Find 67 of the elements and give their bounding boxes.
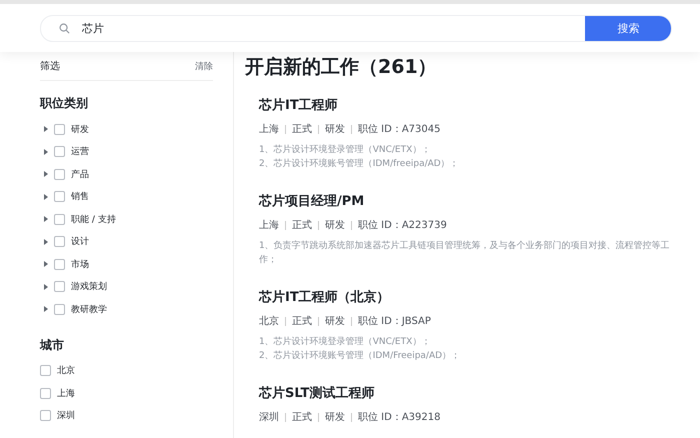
- job-meta: 北京: [259, 314, 279, 328]
- job-description: 1、芯片设计环境登录管理（VNC/ETX）；: [259, 336, 432, 349]
- job-meta: 职位 ID：A39218: [358, 411, 440, 424]
- job-description: 2、芯片设计环境账号管理（IDM/Freeipa/AD）；: [259, 350, 462, 363]
- job-meta: 职位 ID：JBSAP: [358, 315, 431, 328]
- results-title: 开启新的工作（261）: [245, 55, 438, 80]
- checkbox[interactable]: [40, 410, 51, 422]
- job-title[interactable]: 芯片SLT测试工程师: [259, 384, 700, 402]
- filter-option-label[interactable]: 职能 / 支持: [71, 212, 116, 226]
- filter-option-label[interactable]: 研发: [71, 122, 89, 136]
- job-description: 1、芯片设计环境登录管理（VNC/ETX）；: [259, 144, 432, 157]
- job-description: 1、负责字节跳动系统部加速器芯片工具链项目管理统筹，及与各个业务部门的项目对接、流程管控等工作；: [259, 240, 671, 267]
- checkbox[interactable]: [40, 388, 51, 399]
- filter-option-label[interactable]: 深圳: [57, 409, 75, 422]
- job-meta: 上海: [259, 122, 279, 136]
- job-meta: 正式: [292, 218, 312, 232]
- expand-arrow-icon[interactable]: [44, 284, 48, 290]
- job-meta: 研发: [325, 219, 345, 232]
- job-title[interactable]: 芯片项目经理/PM: [259, 192, 700, 210]
- expand-arrow-icon[interactable]: [44, 126, 48, 132]
- expand-arrow-icon[interactable]: [44, 238, 48, 245]
- job-title[interactable]: 芯片IT工程师: [259, 96, 700, 114]
- job-meta: 研发: [325, 411, 345, 424]
- job-meta: 深圳: [259, 410, 279, 424]
- job-meta: 研发: [325, 315, 345, 328]
- filter-option-label[interactable]: 设计: [71, 235, 89, 248]
- checkbox[interactable]: [54, 281, 65, 292]
- expand-arrow-icon[interactable]: [44, 171, 48, 178]
- job-description: 2、芯片设计环境账号管理（IDM/freeipa/AD）；: [259, 158, 460, 171]
- filter-option-label[interactable]: 市场: [71, 258, 89, 271]
- search-field[interactable]: 芯片 搜索: [40, 14, 672, 42]
- job-title[interactable]: 芯片IT工程师（北京）: [259, 288, 700, 306]
- filter-option-label[interactable]: 上海: [57, 386, 75, 400]
- job-meta: 正式: [292, 122, 312, 136]
- checkbox[interactable]: [54, 146, 65, 158]
- filter-group-title: 职位类别: [40, 95, 89, 112]
- checkbox[interactable]: [54, 304, 65, 315]
- expand-arrow-icon[interactable]: [44, 216, 48, 222]
- checkbox[interactable]: [54, 236, 65, 248]
- job-meta: 职位 ID：A223739: [358, 219, 447, 232]
- expand-arrow-icon[interactable]: [44, 194, 48, 200]
- expand-arrow-icon[interactable]: [44, 261, 48, 268]
- job-meta: 正式: [292, 410, 312, 424]
- filter-option-label[interactable]: 游戏策划: [71, 280, 107, 294]
- checkbox[interactable]: [54, 124, 65, 135]
- checkbox[interactable]: [54, 191, 65, 202]
- filter-option-label[interactable]: 教研教学: [71, 302, 107, 316]
- checkbox[interactable]: [54, 168, 65, 180]
- search-icon: [59, 22, 70, 34]
- job-meta: 研发: [325, 123, 345, 136]
- job-meta: 职位 ID：A73045: [358, 123, 440, 136]
- search-button[interactable]: 搜索: [585, 16, 671, 40]
- checkbox[interactable]: [40, 365, 51, 376]
- expand-arrow-icon[interactable]: [44, 306, 48, 312]
- checkbox[interactable]: [54, 258, 65, 270]
- job-meta: 上海: [259, 218, 279, 232]
- filter-option-label[interactable]: 北京: [57, 364, 75, 378]
- filter-option-label[interactable]: 销售: [71, 190, 89, 204]
- clear-link[interactable]: 清除: [195, 60, 213, 72]
- filter-option-label[interactable]: 产品: [71, 168, 89, 181]
- job-meta: 正式: [292, 314, 312, 328]
- expand-arrow-icon[interactable]: [44, 148, 48, 155]
- filter-option-label[interactable]: 运营: [71, 145, 89, 158]
- filter-title: 筛选: [40, 60, 60, 73]
- search-input[interactable]: 芯片: [80, 20, 586, 36]
- checkbox[interactable]: [54, 214, 65, 225]
- filter-group-title: 城市: [40, 336, 65, 354]
